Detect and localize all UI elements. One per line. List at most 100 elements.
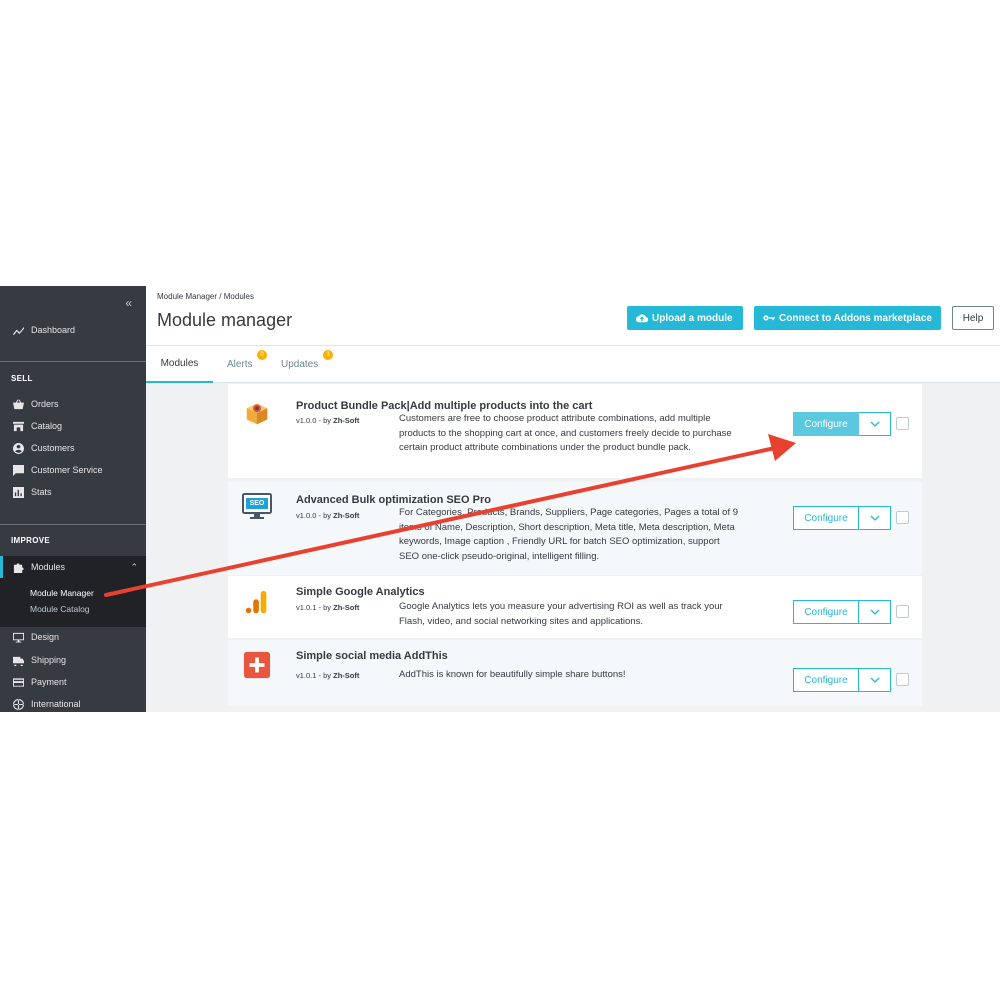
module-row: Product Bundle Pack|Add multiple product… (228, 384, 922, 478)
module-select-checkbox[interactable] (896, 417, 909, 430)
version-text: v1.0.1 - by (296, 603, 334, 612)
page-header: Module Manager / Modules Module manager … (146, 286, 1000, 346)
sidebar-subitem-module-manager[interactable]: Module Manager (30, 588, 94, 598)
admin-window: « Dashboard SELL Orders Catalog Customer… (0, 286, 1000, 712)
sidebar-item-stats[interactable]: Stats (0, 481, 146, 503)
author-name: Zh-Soft (333, 603, 360, 612)
upload-module-button[interactable]: Upload a module (627, 306, 743, 330)
module-description: For Categories, Products, Brands, Suppli… (399, 507, 739, 562)
module-select-checkbox[interactable] (896, 605, 909, 618)
module-version: v1.0.0 - by Zh-Soft (296, 416, 359, 425)
breadcrumb-modules[interactable]: Modules (224, 292, 254, 301)
sidebar-item-label: Catalog (31, 421, 63, 431)
chevron-down-icon (870, 677, 879, 683)
truck-icon (11, 654, 25, 666)
breadcrumb-module-manager[interactable]: Module Manager (157, 292, 217, 301)
configure-button[interactable]: Configure (793, 506, 859, 530)
sidebar-item-label: International (31, 699, 81, 709)
sidebar-item-label: Shipping (31, 655, 67, 665)
module-row: Simple Google Analytics v1.0.1 - by Zh-S… (228, 576, 922, 638)
sidebar-item-label: Stats (31, 487, 52, 497)
chevron-down-icon (870, 421, 879, 427)
sidebar-item-international[interactable]: International (0, 693, 146, 712)
analytics-bars-icon (242, 588, 272, 618)
configure-dropdown-button[interactable] (859, 600, 891, 624)
configure-dropdown-button[interactable] (859, 668, 891, 692)
account-circle-icon (11, 442, 25, 454)
bar-chart-icon (11, 486, 25, 498)
sidebar-item-orders[interactable]: Orders (0, 393, 146, 415)
module-name: Product Bundle Pack|Add multiple product… (296, 400, 593, 412)
chevron-up-icon: ⌃ (130, 561, 138, 572)
connect-addons-button[interactable]: Connect to Addons marketplace (754, 306, 941, 330)
sidebar: « Dashboard SELL Orders Catalog Customer… (0, 286, 146, 712)
module-version: v1.0.0 - by Zh-Soft (296, 511, 359, 520)
bundle-box-icon (242, 398, 272, 428)
store-icon (11, 420, 25, 432)
key-icon (763, 315, 775, 321)
seo-monitor-icon: SEO (242, 492, 272, 522)
sidebar-item-catalog[interactable]: Catalog (0, 415, 146, 437)
author-name: Zh-Soft (333, 416, 360, 425)
sidebar-item-dashboard[interactable]: Dashboard (0, 319, 146, 341)
sidebar-item-label: Dashboard (31, 325, 76, 335)
sidebar-item-design[interactable]: Design (0, 626, 146, 648)
sidebar-item-label: Customer Service (31, 465, 103, 475)
module-select-checkbox[interactable] (896, 511, 909, 524)
module-version: v1.0.1 - by Zh-Soft (296, 603, 359, 612)
seo-icon-text: SEO (249, 500, 265, 507)
sidebar-item-label: Modules (31, 562, 66, 572)
sidebar-item-modules[interactable]: Modules ⌃ (0, 556, 146, 578)
configure-group: Configure (793, 668, 891, 692)
author-name: Zh-Soft (333, 671, 360, 680)
sidebar-item-shipping[interactable]: Shipping (0, 649, 146, 671)
help-button[interactable]: Help (952, 306, 994, 330)
desktop-icon (11, 631, 25, 643)
credit-card-icon (11, 676, 25, 688)
configure-button[interactable]: Configure (793, 600, 859, 624)
basket-icon (11, 398, 25, 410)
chat-icon (11, 464, 25, 476)
configure-dropdown-button[interactable] (859, 412, 891, 436)
configure-group: Configure (793, 412, 891, 436)
page-title: Module manager (157, 310, 293, 330)
module-description: Google Analytics lets you measure your a… (399, 601, 723, 627)
module-description: AddThis is known for beautifully simple … (399, 669, 626, 680)
sidebar-section-sell: SELL (11, 374, 33, 383)
module-name: Simple Google Analytics (296, 586, 425, 598)
collapse-sidebar-icon[interactable]: « (125, 296, 132, 310)
chevron-down-icon (870, 609, 879, 615)
tab-modules[interactable]: Modules (146, 346, 213, 383)
module-name: Advanced Bulk optimization SEO Pro (296, 494, 491, 506)
globe-icon (11, 698, 25, 710)
sidebar-item-customers[interactable]: Customers (0, 437, 146, 459)
module-row: Simple social media AddThis v1.0.1 - by … (228, 640, 922, 706)
tab-label: Modules (160, 358, 199, 369)
sidebar-item-label: Design (31, 632, 60, 642)
sidebar-subitem-module-catalog[interactable]: Module Catalog (30, 604, 90, 614)
sidebar-item-customer-service[interactable]: Customer Service (0, 459, 146, 481)
module-name: Simple social media AddThis (296, 650, 448, 662)
version-text: v1.0.0 - by (296, 511, 334, 520)
tab-label: Alerts (227, 359, 253, 370)
tab-alerts[interactable]: Alerts 0 (227, 346, 271, 383)
configure-button[interactable]: Configure (793, 412, 859, 436)
sidebar-section-improve: IMPROVE (11, 536, 50, 545)
module-row: SEO Advanced Bulk optimization SEO Pro v… (228, 482, 922, 575)
tab-updates[interactable]: Updates 3 (281, 346, 341, 383)
version-text: v1.0.0 - by (296, 416, 334, 425)
tab-bar: Modules Alerts 0 Updates 3 (146, 346, 1000, 383)
updates-count-badge: 3 (323, 350, 333, 360)
breadcrumb: Module Manager / Modules (157, 292, 254, 301)
module-select-checkbox[interactable] (896, 673, 909, 686)
alerts-count-badge: 0 (257, 350, 267, 360)
chevron-down-icon (870, 515, 879, 521)
sidebar-item-label: Orders (31, 399, 59, 409)
configure-button[interactable]: Configure (793, 668, 859, 692)
module-description: Customers are free to choose product att… (399, 413, 732, 454)
configure-group: Configure (793, 600, 891, 624)
configure-group: Configure (793, 506, 891, 530)
tab-label: Updates (281, 359, 319, 370)
configure-dropdown-button[interactable] (859, 506, 891, 530)
sidebar-item-payment[interactable]: Payment (0, 671, 146, 693)
